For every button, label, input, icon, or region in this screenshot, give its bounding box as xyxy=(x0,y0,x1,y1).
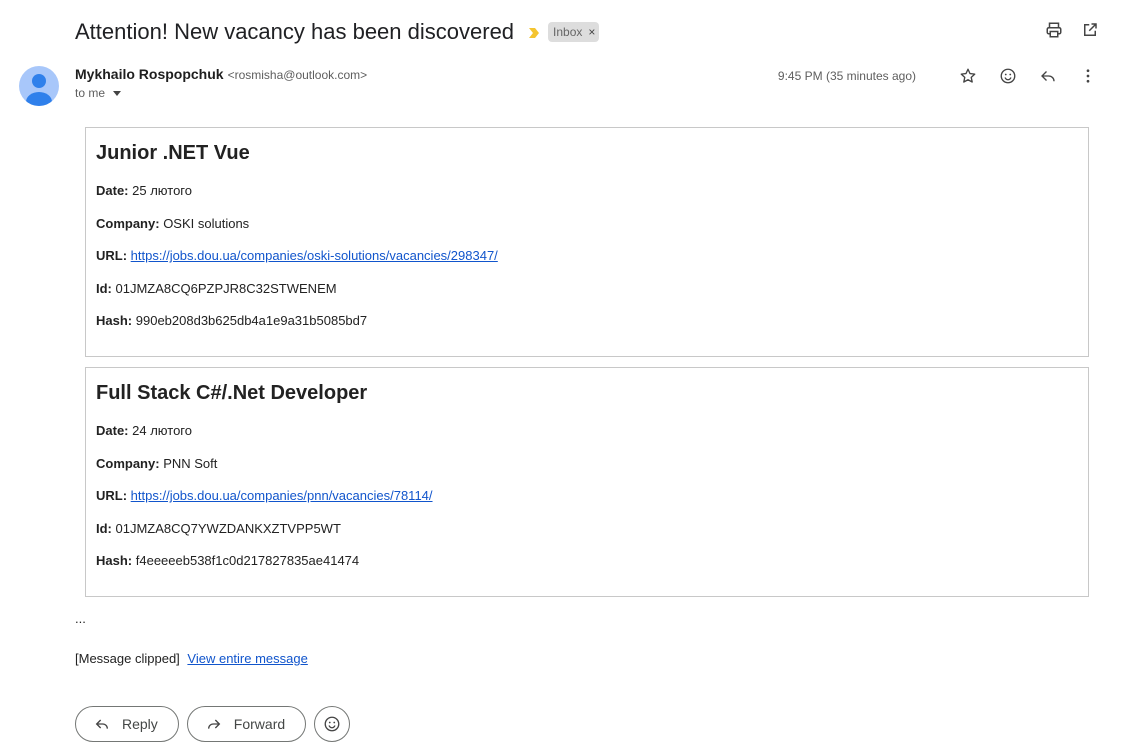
reply-icon[interactable] xyxy=(1038,66,1058,86)
vacancy-link[interactable]: https://jobs.dou.ua/companies/oski-solut… xyxy=(131,248,498,263)
sender-avatar[interactable] xyxy=(19,66,59,106)
trimmed-content-ellipsis[interactable]: ... xyxy=(75,611,86,626)
chevron-down-icon[interactable] xyxy=(113,90,122,96)
sender-name[interactable]: Mykhailo Rospopchuk xyxy=(75,66,224,82)
open-in-new-window-icon[interactable] xyxy=(1080,20,1100,40)
sender-block: Mykhailo Rospopchuk <rosmisha@outlook.com… xyxy=(75,66,367,100)
hash-value: f4eeeeeb538f1c0d217827835ae41474 xyxy=(135,553,360,568)
id-label: Id: xyxy=(96,280,112,296)
date-label: Date: xyxy=(96,423,129,438)
message-meta: 9:45 PM (35 minutes ago) xyxy=(778,66,1098,86)
print-icon[interactable] xyxy=(1044,20,1064,40)
vacancy-card: Full Stack C#/.Net Developer Date: 24 лю… xyxy=(85,367,1089,597)
url-label: URL: xyxy=(96,248,128,263)
reply-label: Reply xyxy=(122,716,158,732)
hash-value: 990eb208d3b625db4a1e9a31b5085bd7 xyxy=(135,313,368,328)
message-timestamp: 9:45 PM (35 minutes ago) xyxy=(777,69,916,83)
vacancy-url: URL: https://jobs.dou.ua/companies/oski-… xyxy=(96,248,1088,281)
vacancy-date: Date: 25 лютого xyxy=(96,183,1088,216)
recipient-label: to me xyxy=(75,86,106,100)
vacancy-title: Junior .NET Vue xyxy=(96,142,250,164)
emoji-reaction-button[interactable] xyxy=(314,706,351,742)
id-value: 01JMZA8CQ7YWZDANKXZTVPP5WT xyxy=(115,520,341,536)
company-value: OSKI solutions xyxy=(163,215,250,231)
vacancy-id: Id: 01JMZA8CQ6PZPJR8C32STWENEM xyxy=(96,281,1088,314)
bottom-actions: Reply Forward xyxy=(75,706,351,742)
date-value: 25 лютого xyxy=(132,183,192,198)
hash-label: Hash: xyxy=(96,313,133,328)
vacancy-company: Company: PNN Soft xyxy=(96,456,1088,489)
forward-button[interactable]: Forward xyxy=(186,706,307,742)
clipped-text: [Message clipped] xyxy=(75,651,180,666)
forward-label: Forward xyxy=(233,716,286,732)
emoji-reaction-icon[interactable] xyxy=(998,66,1018,86)
more-options-icon[interactable] xyxy=(1078,66,1098,86)
id-value: 01JMZA8CQ6PZPJR8C32STWENEM xyxy=(115,280,337,296)
reply-icon xyxy=(95,719,108,729)
vacancy-card: Junior .NET Vue Date: 25 лютого Company:… xyxy=(85,127,1089,357)
vacancy-title: Full Stack C#/.Net Developer xyxy=(96,382,368,404)
company-label: Company: xyxy=(96,455,160,471)
message-clipped-notice: [Message clipped] View entire message xyxy=(75,651,308,666)
date-label: Date: xyxy=(96,183,129,198)
vacancy-hash: Hash: f4eeeeeb538f1c0d217827835ae41474 xyxy=(96,553,1088,586)
top-actions xyxy=(1044,20,1100,40)
remove-label-icon[interactable]: × xyxy=(588,25,595,39)
recipient-details[interactable]: to me xyxy=(75,86,367,100)
vacancy-link[interactable]: https://jobs.dou.ua/companies/pnn/vacanc… xyxy=(131,488,433,503)
company-value: PNN Soft xyxy=(163,455,218,471)
subject-row: Attention! New vacancy has been discover… xyxy=(75,16,600,48)
id-label: Id: xyxy=(96,520,112,536)
emoji-icon xyxy=(324,716,340,732)
reply-button[interactable]: Reply xyxy=(75,706,179,742)
star-icon[interactable] xyxy=(958,66,978,86)
view-entire-message-link[interactable]: View entire message xyxy=(187,651,307,666)
email-subject: Attention! New vacancy has been discover… xyxy=(75,19,515,44)
vacancy-company: Company: OSKI solutions xyxy=(96,216,1088,249)
vacancy-date: Date: 24 лютого xyxy=(96,423,1088,456)
inbox-label: Inbox × xyxy=(548,22,600,42)
importance-marker-icon[interactable] xyxy=(528,26,540,38)
email-view: Attention! New vacancy has been discover… xyxy=(0,0,1124,756)
forward-icon xyxy=(207,719,221,729)
vacancy-hash: Hash: 990eb208d3b625db4a1e9a31b5085bd7 xyxy=(96,313,1088,346)
url-label: URL: xyxy=(96,488,128,503)
vacancy-url: URL: https://jobs.dou.ua/companies/pnn/v… xyxy=(96,488,1088,521)
hash-label: Hash: xyxy=(96,553,133,568)
company-label: Company: xyxy=(96,215,160,231)
date-value: 24 лютого xyxy=(132,423,192,438)
sender-email: <rosmisha@outlook.com> xyxy=(227,68,368,82)
vacancy-id: Id: 01JMZA8CQ7YWZDANKXZTVPP5WT xyxy=(96,521,1088,554)
inbox-label-text: Inbox xyxy=(553,25,583,39)
